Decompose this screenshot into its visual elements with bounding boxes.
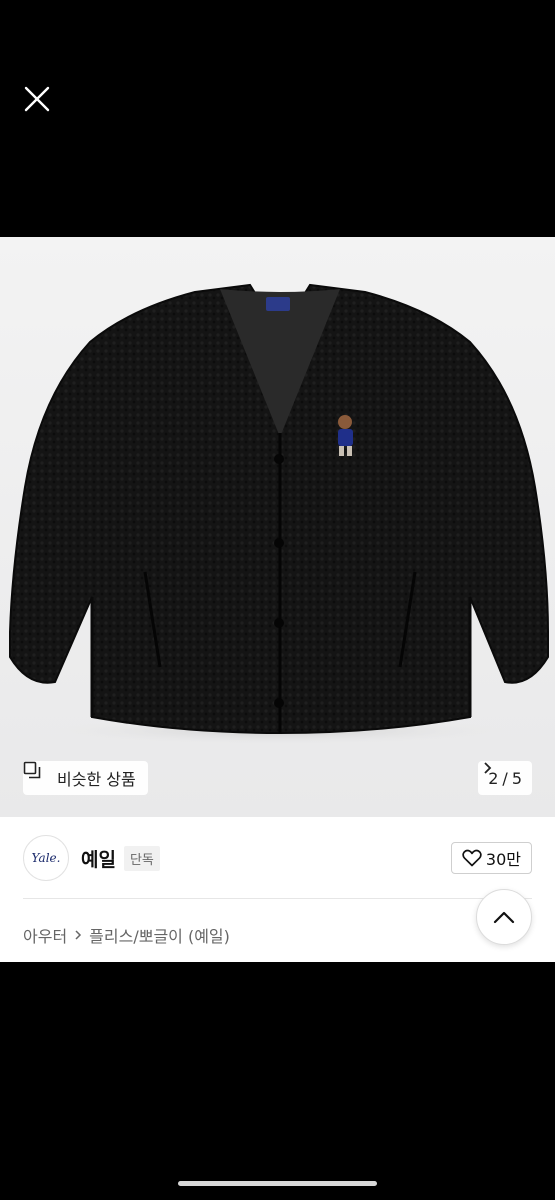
- divider: [23, 898, 532, 899]
- brand-logo[interactable]: Yale.: [23, 835, 69, 881]
- pager-separator: /: [502, 768, 508, 788]
- image-pager[interactable]: 2 / 5: [478, 761, 532, 795]
- product-info-panel: Yale. 예일 단독 30만 아우터 플리스/뽀글이 (예일): [0, 817, 555, 962]
- brand-logo-text: Yale.: [31, 851, 61, 865]
- similar-products-button[interactable]: 비슷한 상품: [23, 761, 148, 795]
- like-button[interactable]: 30만: [450, 842, 532, 874]
- like-count: 30만: [485, 850, 521, 869]
- breadcrumb-item-subcategory[interactable]: 플리스/뽀글이 (예일): [89, 923, 230, 947]
- copy-icon: [23, 761, 51, 787]
- brand-row: Yale. 예일 단독 30만: [23, 835, 532, 881]
- close-button[interactable]: [18, 80, 56, 118]
- chevron-up-icon: [493, 911, 515, 924]
- similar-products-label: 비슷한 상품: [57, 770, 136, 789]
- close-icon: [24, 86, 50, 112]
- pager-total: 5: [511, 768, 522, 788]
- brand-name[interactable]: 예일: [81, 845, 116, 872]
- chevron-right-icon: [75, 930, 82, 940]
- scroll-to-top-button[interactable]: [476, 889, 532, 945]
- fleece-cardigan-image: [9, 283, 549, 745]
- heart-icon: [462, 849, 482, 867]
- home-indicator[interactable]: [178, 1181, 377, 1186]
- breadcrumb-item-category[interactable]: 아우터: [23, 923, 67, 947]
- exclusive-badge: 단독: [123, 845, 160, 871]
- chevron-right-icon: [484, 762, 492, 774]
- breadcrumb: 아우터 플리스/뽀글이 (예일): [23, 923, 230, 947]
- product-image[interactable]: 비슷한 상품 2 / 5: [0, 237, 555, 817]
